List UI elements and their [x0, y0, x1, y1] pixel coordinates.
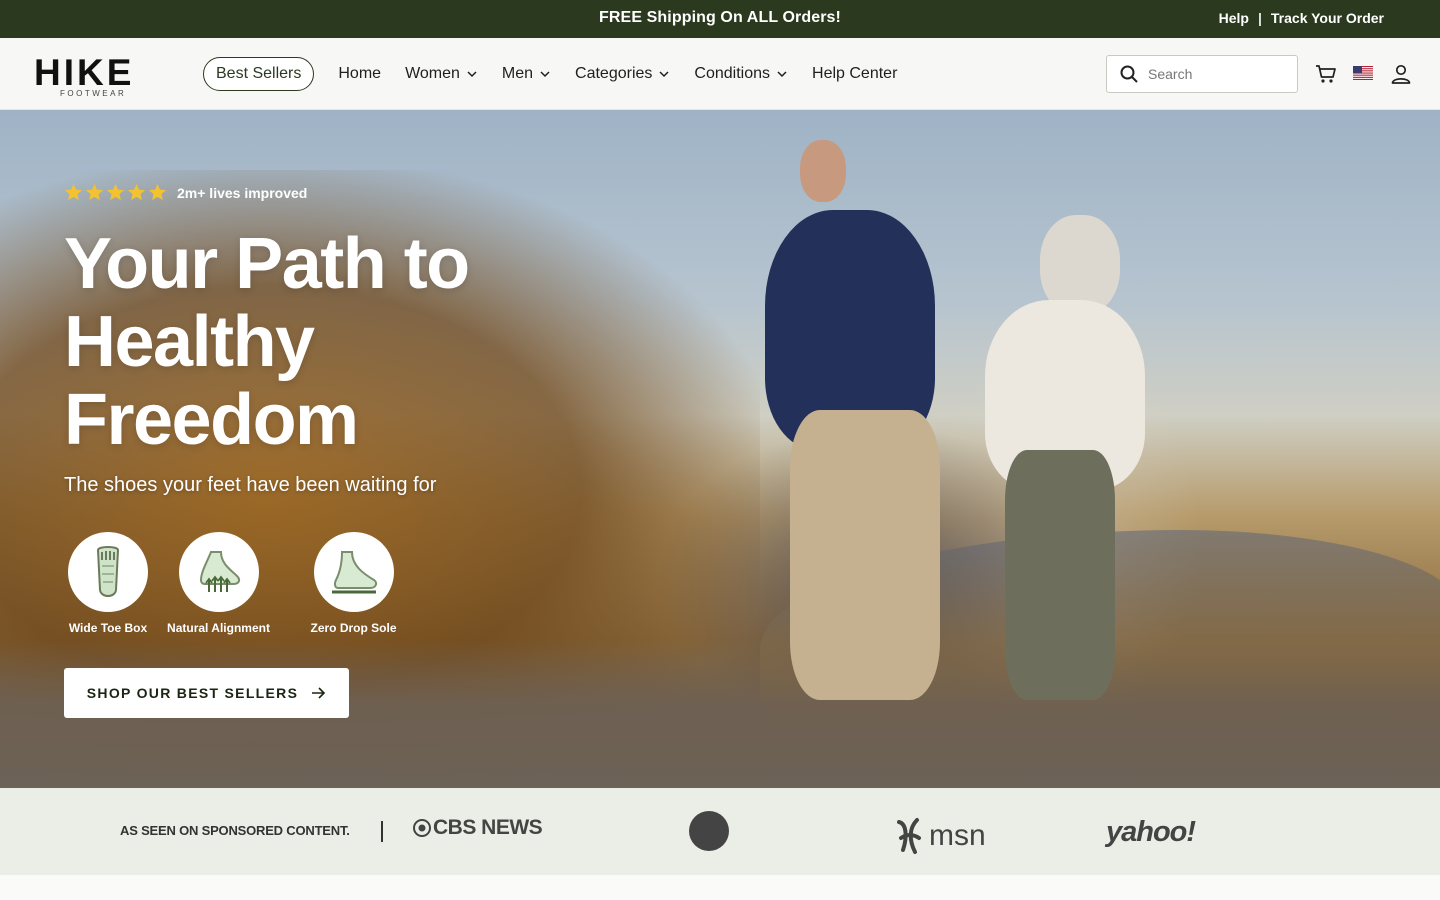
star-icon — [64, 183, 83, 201]
star-icon — [106, 183, 125, 201]
nav-help-center[interactable]: Help Center — [812, 65, 897, 83]
logo-wordmark: HIKE — [34, 52, 135, 93]
chevron-down-icon — [540, 71, 550, 78]
hero-headline: Your Path to Healthy Freedom — [64, 224, 470, 460]
nav-categories-label: Categories — [575, 65, 653, 82]
chevron-down-icon — [659, 71, 669, 78]
nav-men[interactable]: Men — [502, 65, 551, 83]
feature-circle — [178, 532, 259, 612]
rating-label: 2m+ lives improved — [177, 184, 308, 201]
feature-label: Natural Alignment — [167, 621, 270, 635]
feature-circle — [313, 532, 394, 612]
yahoo-logo: yahoo! — [1106, 816, 1196, 849]
main-nav: Best Sellers Home Women Men Categories C… — [203, 57, 897, 91]
chevron-down-icon — [777, 71, 787, 78]
cbs-eye-icon — [413, 819, 431, 837]
cbs-news-text: CBS NEWS — [433, 816, 543, 839]
press-bar: AS SEEN ON SPONSORED CONTENT. CBS NEWS a… — [0, 788, 1440, 875]
chevron-down-icon — [467, 71, 477, 78]
nav-help-center-label: Help Center — [812, 65, 898, 82]
feature-list: Wide Toe Box Natural Alignment Zero Drop… — [64, 532, 422, 635]
feature-wide-toe-box: Wide Toe Box — [64, 532, 152, 635]
site-header: HIKE FOOTWEAR Best Sellers Home Women Me… — [0, 38, 1440, 110]
press-divider — [381, 821, 383, 842]
search-box[interactable] — [1106, 55, 1298, 93]
nav-home-label: Home — [338, 65, 382, 82]
search-icon — [1120, 65, 1138, 83]
cta-label: SHOP OUR BEST SELLERS — [86, 685, 299, 701]
shop-best-sellers-button[interactable]: SHOP OUR BEST SELLERS — [64, 668, 349, 718]
nav-conditions-label: Conditions — [694, 65, 771, 82]
star-icon — [127, 183, 146, 201]
feature-natural-alignment: Natural Alignment — [150, 532, 287, 635]
star-icon — [85, 183, 104, 201]
nav-women-label: Women — [405, 65, 460, 82]
hiker-man-head — [800, 140, 846, 202]
feature-label: Zero Drop Sole — [310, 621, 397, 635]
cbs-news-logo: CBS NEWS — [413, 816, 543, 840]
hero-banner: 2m+ lives improved Your Path to Healthy … — [0, 110, 1440, 788]
rating-row: 2m+ lives improved — [64, 183, 307, 202]
nav-women[interactable]: Women — [405, 65, 478, 83]
yahoo-text: yahoo! — [1106, 816, 1196, 848]
star-icon — [148, 183, 167, 201]
announcement-links: Help | Track Your Order — [1219, 10, 1384, 26]
msn-logo: msn — [893, 816, 986, 856]
account-icon[interactable] — [1389, 62, 1413, 86]
us-flag-icon[interactable] — [1353, 66, 1373, 80]
page-below-fold — [0, 875, 1440, 900]
nav-home[interactable]: Home — [338, 65, 381, 83]
hero-subheadline: The shoes your feet have been waiting fo… — [64, 474, 437, 496]
abc-logo: abc — [689, 811, 729, 851]
msn-text: msn — [929, 819, 986, 852]
as-seen-label: AS SEEN ON SPONSORED CONTENT. — [120, 823, 350, 838]
nav-men-label: Men — [501, 65, 534, 82]
feature-circle — [68, 532, 148, 612]
natural-alignment-icon — [199, 551, 240, 592]
track-order-link[interactable]: Track Your Order — [1271, 10, 1384, 26]
feature-label: Wide Toe Box — [68, 621, 148, 635]
nav-conditions[interactable]: Conditions — [694, 65, 788, 83]
abc-text: abc — [692, 820, 726, 841]
arrow-right-icon — [312, 687, 326, 699]
link-separator: | — [1257, 10, 1262, 26]
cart-icon[interactable] — [1314, 62, 1338, 86]
wide-toe-box-icon — [96, 546, 120, 597]
announcement-bar: FREE Shipping On ALL Orders! Help | Trac… — [0, 0, 1440, 38]
rating-stars — [64, 183, 167, 202]
msn-butterfly-icon — [897, 818, 921, 854]
search-input[interactable] — [1148, 66, 1288, 82]
hiker-woman-leggings — [1005, 450, 1115, 700]
hiker-man-pants — [790, 410, 940, 700]
help-link[interactable]: Help — [1219, 10, 1249, 26]
feature-zero-drop-sole: Zero Drop Sole — [285, 532, 422, 635]
nav-categories[interactable]: Categories — [575, 65, 670, 83]
zero-drop-sole-icon — [331, 551, 377, 594]
nav-best-sellers[interactable]: Best Sellers — [203, 57, 315, 91]
hike-logo[interactable]: HIKE FOOTWEAR — [34, 54, 150, 98]
logo-subtitle: FOOTWEAR — [60, 89, 127, 98]
